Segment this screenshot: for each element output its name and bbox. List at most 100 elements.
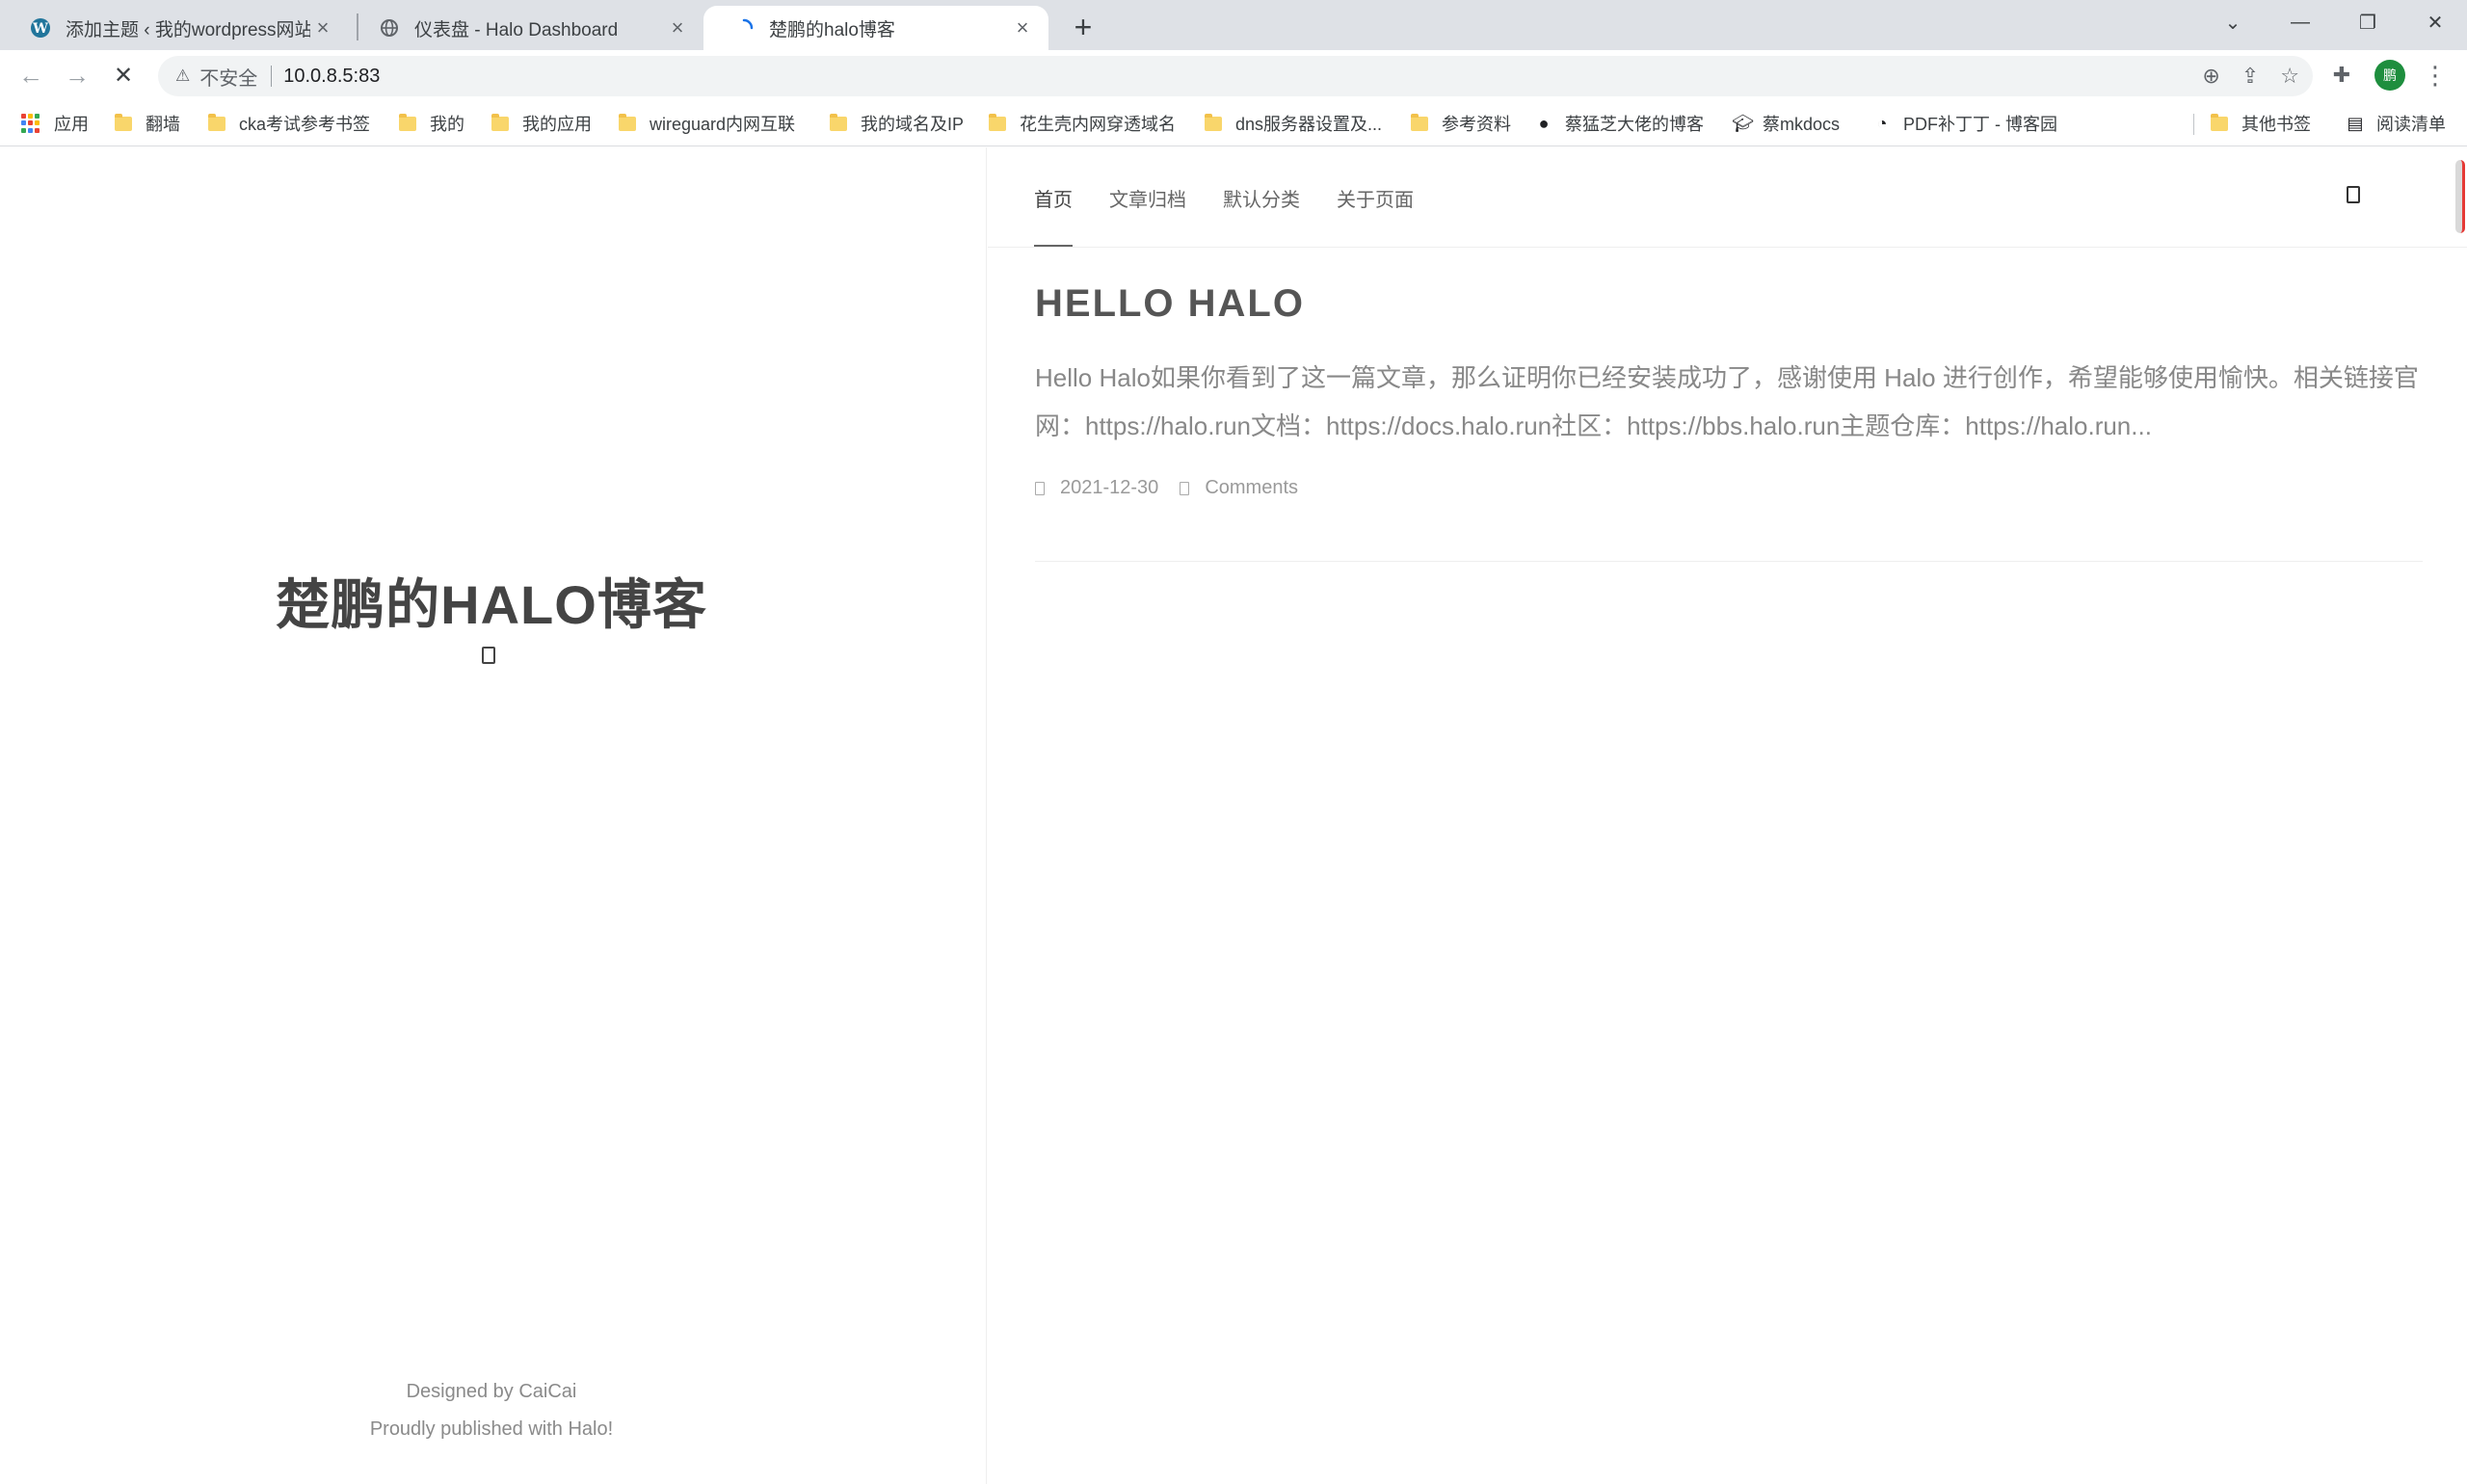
bookmark-label: PDF补丁丁 - 博客园 xyxy=(1903,115,2057,134)
bookmark-folder[interactable]: wireguard内网互联 xyxy=(619,110,795,137)
browser-tab-strip: W 添加主题 ‹ 我的wordpress网站 — × 仪表盘 - Halo Da… xyxy=(0,0,2467,50)
bookmarks-bar: 应用 翻墙 cka考试参考书签 我的 我的应用 wireguard内网互联 我的… xyxy=(0,100,2467,146)
stop-loading-button[interactable]: ✕ xyxy=(106,58,141,93)
bookmark-other-folder[interactable]: 其他书签 xyxy=(2211,110,2311,137)
zoom-icon[interactable]: ⊕ xyxy=(2202,64,2219,89)
back-button[interactable]: ← xyxy=(13,58,48,93)
bookmark-link[interactable]: ● 蔡猛芝大佬的博客 xyxy=(1534,110,1704,137)
bookmark-label: 花生壳内网穿透域名 xyxy=(1020,115,1176,134)
tab-title: 仪表盘 - Halo Dashboard xyxy=(414,19,619,40)
apps-grid-icon xyxy=(21,114,40,133)
folder-icon xyxy=(208,113,225,131)
scrollbar-thumb[interactable] xyxy=(2455,160,2465,233)
footer-published: Proudly published with Halo! xyxy=(369,1418,614,1440)
folder-icon xyxy=(989,113,1006,131)
bookmark-folder[interactable]: 翻墙 xyxy=(115,110,180,137)
bookmark-link[interactable]: 🎓︎ 蔡mkdocs xyxy=(1732,110,1840,137)
window-close-button[interactable]: ✕ xyxy=(2406,6,2464,39)
nav-item-about[interactable]: 关于页面 xyxy=(1337,147,1414,248)
folder-icon xyxy=(1205,113,1222,131)
bookmark-link[interactable]: ◔ PDF补丁丁 - 博客园 xyxy=(1872,110,2057,137)
folder-icon xyxy=(1411,113,1428,131)
bookmark-label: 蔡猛芝大佬的博客 xyxy=(1565,115,1704,134)
bookmark-label: 我的应用 xyxy=(522,115,592,134)
bookmark-label: 我的 xyxy=(430,115,464,134)
omnibox-divider xyxy=(271,66,273,87)
browser-toolbar: ← → ✕ ⚠ 不安全 10.0.8.5:83 ⊕ ⇪ ☆ ✚ 鹏 ⋮ xyxy=(0,50,2467,100)
bookmark-folder[interactable]: dns服务器设置及... xyxy=(1205,110,1382,137)
warning-icon[interactable]: ⚠ xyxy=(175,66,190,86)
bookmark-label: 参考资料 xyxy=(1442,115,1511,134)
forward-button[interactable]: → xyxy=(60,58,94,93)
tab-close-icon[interactable]: × xyxy=(310,15,335,40)
bookmark-apps[interactable]: 应用 xyxy=(21,110,89,137)
folder-icon xyxy=(399,113,416,131)
extensions-icon[interactable]: ✚ xyxy=(2324,58,2359,93)
security-label[interactable]: 不安全 xyxy=(199,63,257,91)
avatar: 鹏 xyxy=(2374,60,2405,91)
bookmark-label: 应用 xyxy=(54,115,89,134)
bookmark-folder[interactable]: 参考资料 xyxy=(1411,110,1511,137)
bookmark-folder[interactable]: 我的域名及IP xyxy=(830,110,964,137)
svg-text:W: W xyxy=(32,21,48,37)
post-divider xyxy=(1035,561,2423,562)
folder-icon xyxy=(2211,113,2228,131)
search-icon[interactable] xyxy=(2347,186,2360,203)
post-date: 2021-12-30 xyxy=(1060,477,1159,498)
bookmark-star-icon[interactable]: ☆ xyxy=(2280,64,2299,89)
folder-icon xyxy=(115,113,132,131)
post-title[interactable]: HELLO HALO xyxy=(1035,282,1305,326)
post-comments-link[interactable]: Comments xyxy=(1205,477,1298,499)
nav-item-home[interactable]: 首页 xyxy=(1034,147,1073,248)
nav-divider xyxy=(988,247,2467,248)
bookmark-label: 蔡mkdocs xyxy=(1763,115,1841,134)
calendar-icon xyxy=(1035,481,1045,495)
tab-search-button[interactable]: ⌄ xyxy=(2204,6,2262,39)
bookmark-label: 其他书签 xyxy=(2242,115,2311,134)
folder-icon xyxy=(830,113,847,131)
graduation-cap-icon: 🎓︎ xyxy=(1732,113,1754,133)
tab-wordpress[interactable]: W 添加主题 ‹ 我的wordpress网站 — × xyxy=(0,6,349,50)
tab-halo-blog[interactable]: 楚鹏的halo博客 × xyxy=(703,6,1048,50)
reading-list-button[interactable]: ▤ 阅读清单 xyxy=(2346,110,2446,137)
bookmark-label: dns服务器设置及... xyxy=(1235,115,1383,134)
tab-close-icon[interactable]: × xyxy=(665,15,690,40)
comment-icon xyxy=(1180,481,1190,495)
web-page: 楚鹏的HALO博客 Designed by CaiCai Proudly pub… xyxy=(0,147,2467,1484)
share-icon[interactable]: ⇪ xyxy=(2242,64,2259,89)
post-excerpt: Hello Halo如果你看到了这一篇文章，那么证明你已经安装成功了，感谢使用 … xyxy=(1035,363,2419,440)
bookmark-folder[interactable]: cka考试参考书签 xyxy=(208,110,370,137)
post-meta: 2021-12-30 Comments xyxy=(1035,477,1298,499)
top-nav: 首页 文章归档 默认分类 关于页面 xyxy=(1034,147,1414,248)
footer-designed: Designed by CaiCai xyxy=(406,1381,577,1402)
nav-item-archives[interactable]: 文章归档 xyxy=(1109,147,1186,248)
folder-icon xyxy=(491,113,509,131)
bookmarks-divider xyxy=(2193,114,2194,135)
wordpress-icon: W xyxy=(29,16,52,40)
site-title[interactable]: 楚鹏的HALO博客 xyxy=(0,562,983,640)
bookmark-folder[interactable]: 我的应用 xyxy=(491,110,592,137)
folder-icon xyxy=(619,113,636,131)
browser-menu-icon[interactable]: ⋮ xyxy=(2421,58,2450,93)
nav-item-category[interactable]: 默认分类 xyxy=(1223,147,1300,248)
site-icon: ● xyxy=(1538,113,1550,133)
tab-halo-dashboard[interactable]: 仪表盘 - Halo Dashboard × xyxy=(349,6,703,50)
blog-sidebar: 楚鹏的HALO博客 Designed by CaiCai Proudly pub… xyxy=(0,147,987,1484)
bookmark-folder[interactable]: 我的 xyxy=(399,110,464,137)
blog-main: 首页 文章归档 默认分类 关于页面 HELLO HALO Hello Halo如… xyxy=(988,147,2467,1484)
bookmark-label: 我的域名及IP xyxy=(861,115,965,134)
tab-close-icon[interactable]: × xyxy=(1010,15,1035,40)
url-text[interactable]: 10.0.8.5:83 xyxy=(283,66,380,88)
bookmark-label: wireguard内网互联 xyxy=(650,115,796,134)
globe-icon xyxy=(378,16,401,40)
minimize-button[interactable]: — xyxy=(2271,6,2329,39)
bookmark-label: 翻墙 xyxy=(146,115,180,134)
profile-button[interactable]: 鹏 xyxy=(2373,58,2407,93)
restore-button[interactable]: ❐ xyxy=(2339,6,2397,39)
social-icon[interactable] xyxy=(482,647,495,664)
new-tab-button[interactable]: + xyxy=(1066,10,1101,44)
bookmark-label: cka考试参考书签 xyxy=(239,115,371,134)
reading-list-icon: ▤ xyxy=(2347,113,2364,133)
address-bar[interactable]: ⚠ 不安全 10.0.8.5:83 ⊕ ⇪ ☆ xyxy=(158,56,2313,96)
bookmark-folder[interactable]: 花生壳内网穿透域名 xyxy=(989,110,1176,137)
